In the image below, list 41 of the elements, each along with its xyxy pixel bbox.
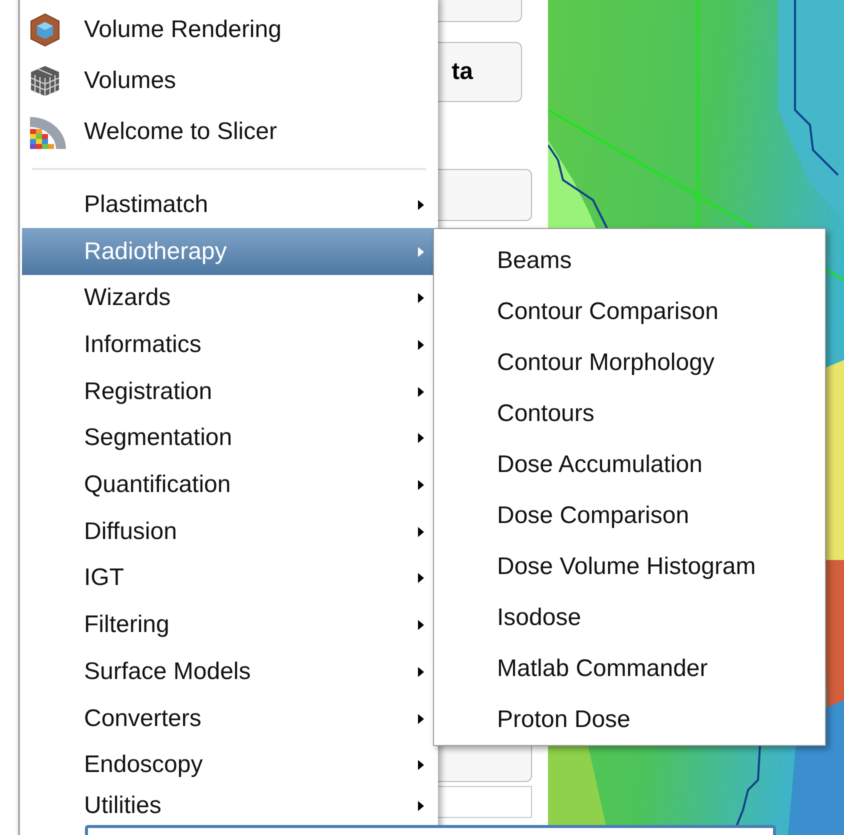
color-grid-icon (28, 114, 68, 148)
menu-item[interactable]: Beams (434, 235, 825, 286)
submenu-arrow-icon (418, 340, 424, 350)
menu-item[interactable]: Quantification (22, 462, 436, 508)
menu-item[interactable]: Wizards (22, 274, 436, 322)
submenu-arrow-icon (418, 666, 424, 677)
submenu-arrow-icon (418, 526, 424, 537)
menu-item[interactable]: Contours (434, 388, 825, 439)
menu-item[interactable]: Proton Dose (434, 694, 825, 745)
menu-item[interactable]: Segmentation (22, 415, 436, 462)
menu-item[interactable]: Matlab Commander (434, 643, 825, 694)
menu-item[interactable]: IGT (22, 555, 436, 602)
submenu-arrow-icon (418, 714, 424, 724)
menu-item[interactable]: Utilities (22, 788, 436, 824)
submenu-arrow-icon (418, 480, 424, 490)
menu-item[interactable]: Dose Volume Histogram (434, 541, 825, 592)
menu-item[interactable]: Plastimatch (22, 182, 436, 228)
cube-icon (28, 12, 62, 46)
menu-item[interactable]: Endoscopy (22, 742, 436, 789)
menu-item[interactable]: Diffusion (22, 508, 436, 556)
menu-item[interactable]: Informatics (22, 322, 436, 368)
submenu-arrow-icon (418, 760, 424, 770)
menu-item[interactable]: Contour Morphology (434, 337, 825, 388)
submenu-arrow-icon (418, 801, 424, 812)
submenu-arrow-icon (418, 246, 424, 257)
submenu-arrow-icon (418, 620, 424, 630)
grid-cube-icon (28, 64, 62, 98)
menu-item[interactable]: Dose Accumulation (434, 439, 825, 490)
menu-item[interactable]: Dose Comparison (434, 490, 825, 541)
menu-item[interactable]: Surface Models (22, 648, 436, 696)
menu-item[interactable]: Contour Comparison (434, 286, 825, 337)
menu-item[interactable]: Isodose (434, 592, 825, 643)
menu-item[interactable]: Welcome to Slicer (22, 106, 436, 157)
submenu-arrow-icon (418, 293, 424, 304)
submenu-arrow-icon (418, 200, 424, 210)
menu-item[interactable]: Registration (22, 368, 436, 416)
menu-item[interactable]: Converters (22, 695, 436, 742)
menu-item[interactable]: Filtering (22, 602, 436, 648)
submenu-arrow-icon (418, 433, 424, 444)
submenu-arrow-icon (418, 386, 424, 397)
submenu-arrow-icon (418, 573, 424, 584)
